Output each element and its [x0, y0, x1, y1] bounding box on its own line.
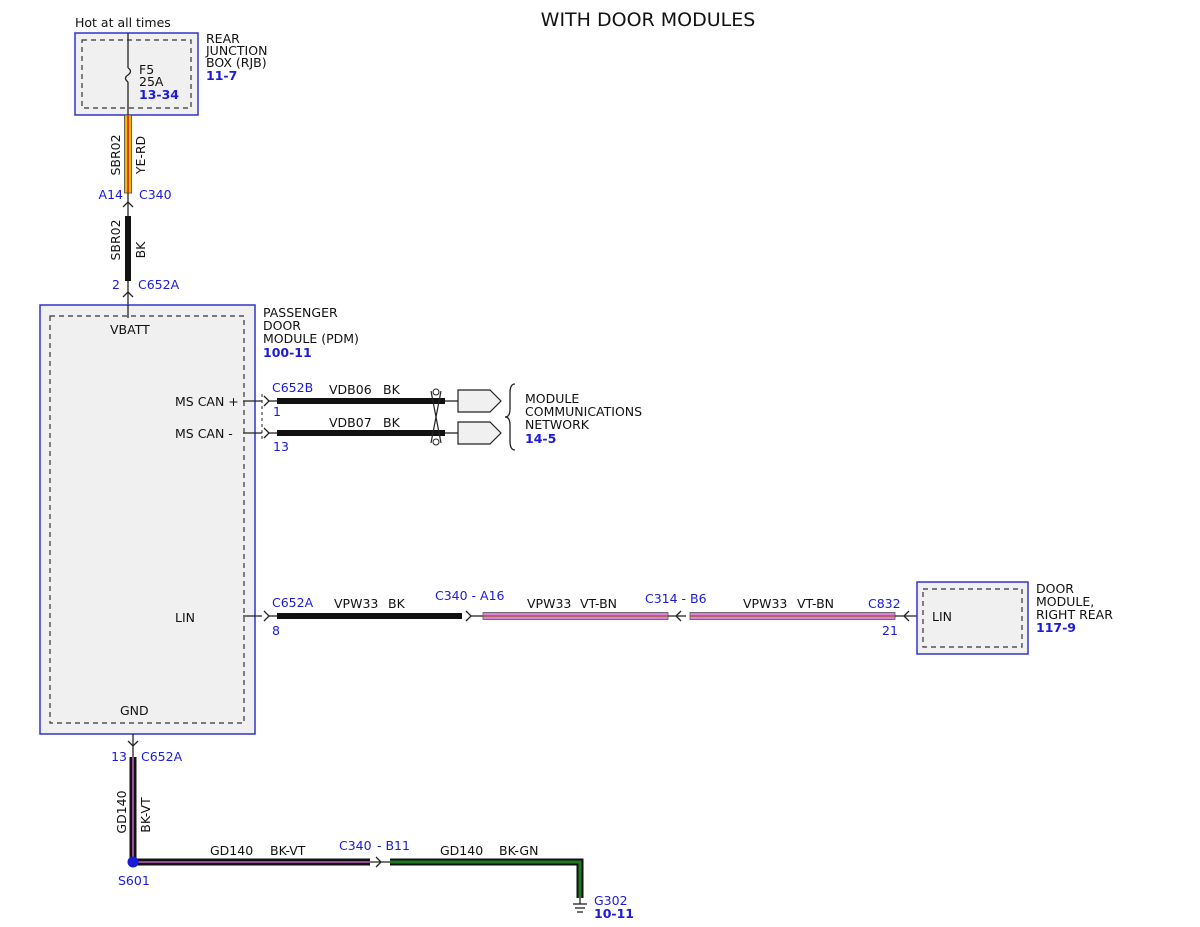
c652b-pin-13: 13 [273, 439, 289, 454]
c652a-top-pin: 2 [112, 277, 120, 292]
network-connector-icon [457, 389, 502, 413]
passenger-door-module[interactable]: VBATT MS CAN + MS CAN - LIN GND PASSENGE… [39, 304, 359, 735]
wire-sbr02-bk[interactable]: SBR02 BK [108, 216, 148, 281]
gnd-vert-color: BK-VT [138, 797, 153, 833]
wire-top-circuit: SBR02 [108, 134, 123, 175]
connector-arrow-icon [263, 610, 270, 622]
pdm-ms-can-minus-label: MS CAN - [175, 426, 233, 441]
lin-rr-connector: C832 [868, 596, 901, 611]
gnd-seg1-color: BK-VT [270, 843, 306, 858]
wire-vpw33-vt-bn-2[interactable] [689, 612, 896, 620]
wire-gd140-bk-gn[interactable] [390, 858, 584, 898]
door-rr-page-ref[interactable]: 117-9 [1036, 620, 1076, 635]
lin-mid1-connector: C340 - A16 [435, 588, 505, 603]
pdm-lin-label: LIN [175, 610, 195, 625]
wire2-circuit: VDB07 [329, 415, 372, 430]
connector-arrow-icon [465, 610, 472, 622]
lin-mid2-connector: C314 - B6 [645, 591, 707, 606]
fuse-page-ref[interactable]: 13-34 [139, 87, 179, 102]
network-page-ref[interactable]: 14-5 [525, 431, 556, 446]
splice-name: S601 [118, 873, 150, 888]
lin-seg3-color: VT-BN [797, 596, 834, 611]
gnd-pin: 13 [111, 749, 127, 764]
c652b-name: C652B [272, 380, 313, 395]
wire1-circuit: VDB06 [329, 382, 372, 397]
pdm-ms-can-plus-label: MS CAN + [175, 394, 239, 409]
wire1-color: BK [383, 382, 401, 397]
hot-at-all-times-label: Hot at all times [75, 15, 171, 30]
c340-top-name: C340 [139, 187, 172, 202]
ground-page-ref[interactable]: 10-11 [594, 906, 634, 921]
rjb-outline [74, 32, 199, 116]
network-connector-icon [457, 421, 502, 445]
lin-seg2-color: VT-BN [580, 596, 617, 611]
ground-circuit[interactable]: 13 C652A GD140 BK-VT S601 GD140 BK-VT C3… [111, 734, 634, 921]
lin-seg1-circuit: VPW33 [334, 596, 378, 611]
pdm-name-line-3: MODULE (PDM) [263, 331, 359, 346]
twisted-pair-icon [430, 388, 442, 446]
wire-mid-circuit: SBR02 [108, 219, 123, 260]
wire-vpw33-vt-bn-1[interactable] [482, 612, 669, 620]
pdm-page-ref[interactable]: 100-11 [263, 345, 312, 360]
lin-seg3-circuit: VPW33 [743, 596, 787, 611]
wire2-color: BK [383, 415, 401, 430]
network-name-line-3: NETWORK [525, 417, 590, 432]
gnd-mid-connector: C340 [339, 838, 372, 853]
connector-arrow-icon [263, 395, 270, 407]
connector-c652a-top[interactable]: 2 C652A [112, 277, 180, 305]
rear-junction-box[interactable]: Hot at all times F5 25A 13-34 REAR JUNCT… [74, 15, 267, 116]
connector-c340-top[interactable]: A14 C340 [99, 187, 172, 216]
gnd-connector: C652A [141, 749, 183, 764]
pdm-vbatt-label: VBATT [110, 322, 150, 337]
ground-symbol-icon [573, 898, 587, 913]
gnd-seg2-circuit: GD140 [440, 843, 483, 858]
lin-seg1-color: BK [388, 596, 406, 611]
lin-circuit[interactable]: C652A 8 VPW33 BK C340 - A16 VPW33 VT-BN … [243, 588, 918, 638]
wire-top-color: YE-RD [133, 136, 148, 175]
c340-top-pin: A14 [99, 187, 124, 202]
door-module-right-rear[interactable]: LIN DOOR MODULE, RIGHT REAR 117-9 [916, 581, 1113, 655]
rjb-page-ref[interactable]: 11-7 [206, 68, 237, 83]
gnd-mid-connector-pin: - B11 [377, 838, 410, 853]
network-brace-icon [504, 383, 516, 451]
c652b-pin-1: 1 [273, 404, 281, 419]
connector-arrow-icon [263, 427, 270, 439]
wire-mid-color: BK [133, 241, 148, 259]
ms-can-wires[interactable]: C652B 1 13 VDB06 BK VDB07 BK MODULE COMM… [243, 380, 642, 454]
gnd-vert-circuit: GD140 [114, 790, 129, 833]
pdm-gnd-label: GND [120, 703, 149, 718]
diagram-title: WITH DOOR MODULES [541, 9, 756, 31]
lin-rr-pin: 21 [882, 623, 898, 638]
wiring-diagram: WITH DOOR MODULES Hot at all times F5 25… [39, 9, 1113, 921]
lin-pdm-pin: 8 [272, 623, 280, 638]
c652a-top-name: C652A [138, 277, 180, 292]
gnd-seg2-color: BK-GN [499, 843, 538, 858]
lin-seg2-circuit: VPW33 [527, 596, 571, 611]
gnd-seg1-circuit: GD140 [210, 843, 253, 858]
lin-pdm-connector: C652A [272, 595, 314, 610]
splice-s601-dot[interactable] [127, 856, 139, 868]
wire-sbr02-ye-rd[interactable]: SBR02 YE-RD [108, 114, 148, 194]
pdm-outline [39, 304, 256, 735]
door-rr-lin-label: LIN [932, 609, 952, 624]
